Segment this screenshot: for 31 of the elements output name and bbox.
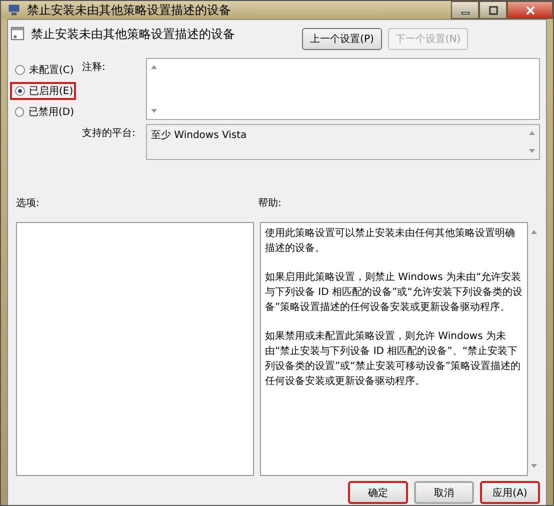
radio-option[interactable]: 已启用(E)	[10, 82, 76, 100]
cancel-button[interactable]: 取消	[414, 481, 474, 504]
options-label: 选项:	[16, 196, 40, 210]
previous-setting-button[interactable]: 上一个设置(P)	[302, 28, 382, 50]
scroll-down-icon	[531, 464, 537, 468]
radio-option[interactable]: 已禁用(D)	[10, 103, 76, 121]
radio-option[interactable]: 未配置(C)	[10, 61, 76, 79]
help-label: 帮助:	[258, 196, 282, 210]
scroll-up-icon	[531, 230, 537, 234]
help-paragraph: 如果启用此策略设置，则禁止 Windows 为未由“允许安装与下列设备 ID 相匹配的设备”或“允许安装下列设备类的设备”策略设置描述的任何设备安装或更新设备驱动程序。	[265, 270, 523, 315]
scroll-up-icon	[151, 65, 157, 69]
scroll-up-icon	[529, 131, 535, 135]
maximize-icon	[488, 6, 498, 14]
minimize-button[interactable]	[451, 1, 479, 19]
help-paragraph: 使用此策略设置可以禁止安装未由任何其他策略设置明确描述的设备。	[265, 226, 516, 256]
close-button[interactable]	[507, 1, 553, 19]
platform-field: 至少 Windows Vista	[146, 124, 540, 160]
apply-button[interactable]: 应用(A)	[480, 481, 540, 504]
ok-button[interactable]: 确定	[348, 481, 408, 504]
platform-label: 支持的平台:	[82, 126, 136, 141]
window-title: 禁止安装未由其他策略设置描述的设备	[27, 2, 232, 18]
scroll-down-icon	[151, 109, 157, 113]
comment-label: 注释:	[82, 60, 106, 75]
close-icon	[526, 6, 534, 14]
computer-icon	[7, 3, 21, 17]
policy-icon	[10, 26, 25, 41]
maximize-button[interactable]	[479, 1, 507, 19]
help-paragraph: 如果禁用或未配置此策略设置，则允许 Windows 为未由“禁止安装与下列设备 ID 相匹配的设备”、“禁止安装下列设备类的设置”或“禁止安装可移动设备”策略设置描述的任何设备安装或更新设备驱动程序。	[265, 330, 522, 389]
comment-field[interactable]	[146, 58, 540, 120]
scroll-down-icon	[529, 149, 535, 153]
setting-title: 禁止安装未由其他策略设置描述的设备	[31, 26, 235, 43]
